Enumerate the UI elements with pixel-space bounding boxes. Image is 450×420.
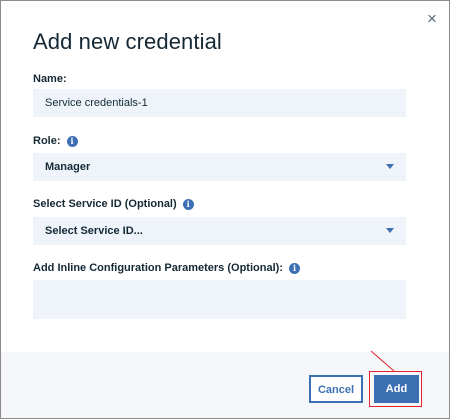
service-id-select[interactable]: Select Service ID... <box>33 217 406 245</box>
service-id-label: Select Service ID (Optional) i <box>33 198 194 210</box>
dialog-title: Add new credential <box>33 29 222 54</box>
add-button[interactable]: Add <box>374 375 419 403</box>
name-input[interactable]: Service credentials-1 <box>33 89 406 117</box>
role-label: Role: i <box>33 135 78 147</box>
inline-config-label-text: Add Inline Configuration Parameters (Opt… <box>33 262 283 274</box>
role-info-icon[interactable]: i <box>66 135 78 147</box>
inline-config-info-icon[interactable]: i <box>288 262 300 274</box>
inline-config-label: Add Inline Configuration Parameters (Opt… <box>33 262 300 274</box>
service-id-label-text: Select Service ID (Optional) <box>33 198 177 210</box>
role-selected-value: Manager <box>45 161 91 173</box>
name-label: Name: <box>33 73 67 85</box>
add-credential-dialog: × Add new credential Name: Service crede… <box>0 0 450 419</box>
cancel-button[interactable]: Cancel <box>309 375 363 403</box>
inline-config-textarea[interactable] <box>33 280 406 319</box>
role-label-text: Role: <box>33 135 61 147</box>
service-id-selected-value: Select Service ID... <box>45 225 143 237</box>
role-select[interactable]: Manager <box>33 153 406 181</box>
close-icon[interactable]: × <box>423 10 441 28</box>
name-label-text: Name: <box>33 73 67 85</box>
chevron-down-icon <box>386 164 394 169</box>
service-id-info-icon[interactable]: i <box>182 198 194 210</box>
dialog-footer: Cancel Add <box>1 352 449 418</box>
chevron-down-icon <box>386 228 394 233</box>
